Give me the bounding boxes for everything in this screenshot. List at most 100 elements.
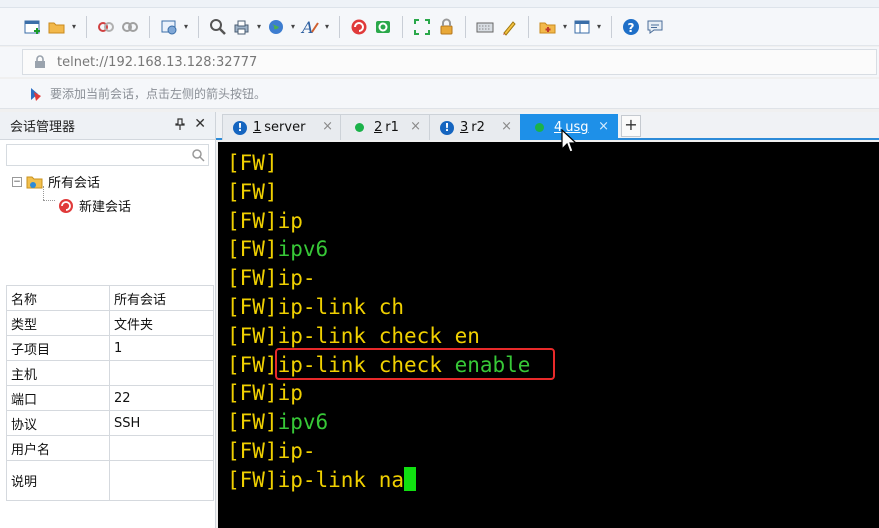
connected-dot-icon <box>535 123 544 132</box>
tree-node-new-session[interactable]: 新建会话 <box>57 196 131 215</box>
terminal-line: [FW]ip-link ch <box>227 293 879 322</box>
terminal-prompt: [FW] <box>227 410 278 435</box>
toolbar-separator <box>149 15 150 38</box>
tab-close-icon[interactable]: × <box>598 119 609 134</box>
properties-dropdown-icon[interactable]: ▾ <box>182 16 190 38</box>
help-icon[interactable]: ? <box>620 16 642 38</box>
layout-dropdown-icon[interactable]: ▾ <box>595 16 603 38</box>
svg-text:?: ? <box>628 21 635 35</box>
property-key: 主机 <box>6 360 110 386</box>
terminal-line: [FW]ipv6 <box>227 235 879 264</box>
session-hint-bar: 要添加当前会话，点击左侧的箭头按钮。 <box>0 79 879 109</box>
terminal-line: [FW] <box>227 178 879 207</box>
tab-r2[interactable]: ! 3 r2 × <box>429 114 521 140</box>
property-row: 主机 <box>6 360 214 386</box>
fullscreen-icon[interactable] <box>411 16 433 38</box>
find-icon[interactable] <box>207 16 229 38</box>
tab-close-icon[interactable]: × <box>410 119 421 134</box>
terminal-command: ip <box>277 208 303 233</box>
terminal-prompt: [FW] <box>227 438 278 463</box>
terminal-command: ip-link na <box>277 467 405 492</box>
panel-close-icon[interactable]: ✕ <box>194 116 206 132</box>
warning-icon: ! <box>233 120 247 135</box>
open-folder-icon[interactable] <box>46 16 68 38</box>
properties-icon[interactable] <box>158 16 180 38</box>
terminal-line: [FW]ip <box>227 379 879 408</box>
disconnect-icon[interactable] <box>95 16 117 38</box>
font-icon[interactable]: A <box>299 16 321 38</box>
folder-icon <box>26 176 43 188</box>
tab-r1[interactable]: 2 r1 × <box>340 114 430 140</box>
search-icon[interactable] <box>191 148 205 162</box>
globe-icon[interactable] <box>265 16 287 38</box>
svg-text:A: A <box>300 18 314 36</box>
terminal-output[interactable]: [FW] [FW] [FW]ip [FW]ipv6 [FW]ip- [FW]ip-link… <box>218 142 879 528</box>
property-value: 文件夹 <box>109 310 214 336</box>
session-search-box <box>6 144 209 166</box>
address-input[interactable] <box>57 54 657 70</box>
property-value <box>109 435 214 461</box>
reconnect-icon[interactable] <box>119 16 141 38</box>
terminal-prompt: [FW] <box>227 208 278 233</box>
collapse-icon[interactable]: − <box>12 176 22 187</box>
property-row: 用户名 <box>6 435 214 461</box>
session-properties-table: 名称 所有会话 类型 文件夹 子项目 1 主机 端口 22 协议 SSH 用户名 说明 <box>6 285 214 501</box>
property-key: 名称 <box>6 285 110 311</box>
tab-label: r1 <box>385 120 399 135</box>
terminal-prompt: [FW] <box>227 294 278 319</box>
property-row: 端口 22 <box>6 385 214 411</box>
font-dropdown-icon[interactable]: ▾ <box>323 16 331 38</box>
xftp-icon[interactable] <box>372 16 394 38</box>
tab-number: 3 <box>460 120 469 135</box>
session-folder-dropdown-icon[interactable]: ▾ <box>561 16 569 38</box>
terminal-line: [FW]ip-link na <box>227 466 879 495</box>
lock-icon[interactable] <box>435 16 457 38</box>
tab-close-icon[interactable]: × <box>501 119 512 134</box>
highlight-pen-icon[interactable] <box>498 16 520 38</box>
globe-dropdown-icon[interactable]: ▾ <box>289 16 297 38</box>
property-key: 类型 <box>6 310 110 336</box>
print-icon[interactable] <box>231 16 253 38</box>
property-value: 22 <box>109 385 214 411</box>
toolbar-separator <box>611 15 612 38</box>
tab-close-icon[interactable]: × <box>322 119 333 134</box>
layout-icon[interactable] <box>571 16 593 38</box>
chat-icon[interactable] <box>644 16 666 38</box>
xshell-icon[interactable] <box>348 16 370 38</box>
tab-number: 2 <box>374 120 383 135</box>
terminal-prompt: [FW] <box>227 352 278 377</box>
print-dropdown-icon[interactable]: ▾ <box>255 16 263 38</box>
tab-label: server <box>264 120 306 135</box>
hint-text: 要添加当前会话，点击左侧的箭头按钮。 <box>50 87 267 101</box>
property-key: 端口 <box>6 385 110 411</box>
session-folder-icon[interactable] <box>537 16 559 38</box>
add-tab-button[interactable]: + <box>621 115 641 137</box>
toolbar-separator <box>465 15 466 38</box>
property-row: 类型 文件夹 <box>6 310 214 336</box>
terminal-line: [FW]ip-link check en <box>227 322 879 351</box>
property-value: SSH <box>109 410 214 436</box>
app-window: ▾ ▾ ▾ ▾ A ▾ ▾ ▾ ? telnet://192.168.13.12… <box>0 0 879 528</box>
session-search-input[interactable] <box>7 145 177 165</box>
property-key: 子项目 <box>6 335 110 361</box>
new-session-icon[interactable] <box>22 16 44 38</box>
tree-node-all-sessions[interactable]: − 所有会话 <box>12 172 100 191</box>
session-tree: − 所有会话 新建会话 <box>0 166 215 286</box>
property-value: 1 <box>109 335 214 361</box>
address-lock-icon <box>35 55 45 68</box>
terminal-line: [FW]ip- <box>227 437 879 466</box>
tree-root-label: 所有会话 <box>48 176 101 191</box>
open-dropdown-icon[interactable]: ▾ <box>70 16 78 38</box>
toolbar-separator <box>198 15 199 38</box>
add-session-arrow-icon[interactable] <box>28 86 44 102</box>
property-value <box>109 360 214 386</box>
terminal-command: ip- <box>277 266 316 291</box>
terminal-prompt: [FW] <box>227 179 278 204</box>
tab-server[interactable]: ! 1 server × <box>222 114 342 140</box>
pin-icon[interactable] <box>175 118 185 133</box>
highlight-annotation-box <box>275 348 555 380</box>
keyboard-icon[interactable] <box>474 16 496 38</box>
session-tab-strip: ! 1 server × 2 r1 × ! 3 r2 × 4 usg × + <box>216 112 879 140</box>
terminal-prompt: [FW] <box>227 323 278 348</box>
terminal-cursor <box>404 466 417 491</box>
